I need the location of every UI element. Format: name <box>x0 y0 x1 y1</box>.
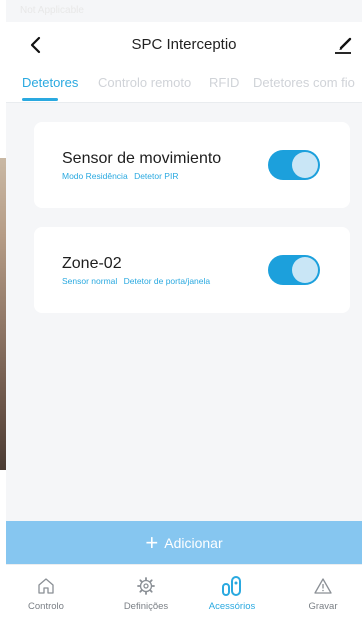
device-card[interactable]: Sensor de movimiento Modo Residência Det… <box>34 122 350 208</box>
plus-icon: + <box>145 529 159 555</box>
status-bar-left: Not Applicable <box>20 5 84 16</box>
toggle-knob <box>292 257 318 283</box>
device-name: Sensor de movimiento <box>62 150 222 167</box>
edit-icon <box>335 37 352 54</box>
header-bar: SPC Interceptio <box>6 22 362 68</box>
device-details: Sensor normal Detetor de porta/janela <box>62 276 214 286</box>
edit-button[interactable] <box>330 30 356 60</box>
warning-icon <box>314 578 332 594</box>
nav-item-label: Acessórios <box>208 601 256 612</box>
device-type: Detetor de porta/janela <box>123 276 211 286</box>
tab-detetores[interactable]: Detetores <box>22 75 78 90</box>
device-name: Zone-02 <box>62 255 122 272</box>
add-button-label: Adicionar <box>164 534 223 551</box>
home-icon <box>38 578 54 594</box>
status-bar: Not Applicable <box>6 0 362 22</box>
device-enable-toggle[interactable] <box>268 255 320 285</box>
bottom-nav: Controlo Definições Acessórios Gravar <box>6 564 362 627</box>
tab-bar: Detetores Controlo remoto RFID Detetores… <box>6 68 362 103</box>
tab-controlo-remoto[interactable]: Controlo remoto <box>98 75 191 90</box>
device-mode: Sensor normal <box>62 276 118 286</box>
device-enable-toggle[interactable] <box>268 150 320 180</box>
device-card[interactable]: Zone-02 Sensor normal Detetor de porta/j… <box>34 227 350 313</box>
nav-item-acessorios[interactable]: Acessórios <box>192 573 272 612</box>
nav-item-gravar[interactable]: Gravar <box>283 573 362 612</box>
page-title: SPC Interceptio <box>131 36 237 53</box>
accessories-icon <box>222 576 241 596</box>
nav-item-controlo[interactable]: Controlo <box>6 573 86 612</box>
nav-item-label: Controlo <box>28 601 64 612</box>
nav-item-label: Gravar <box>308 601 338 612</box>
active-tab-indicator <box>22 98 58 101</box>
nav-item-label: Definições <box>123 601 169 612</box>
nav-item-definicoes[interactable]: Definições <box>106 573 186 612</box>
toggle-knob <box>292 152 318 178</box>
device-type: Detetor PIR <box>134 171 179 181</box>
tab-detetores-com-fio[interactable]: Detetores com fio <box>253 75 355 90</box>
app-screen: Not Applicable SPC Interceptio Detetores… <box>6 0 362 627</box>
device-mode: Modo Residência <box>62 171 128 181</box>
device-details: Modo Residência Detetor PIR <box>62 171 182 181</box>
tab-rfid[interactable]: RFID <box>209 75 239 90</box>
add-button[interactable]: + Adicionar <box>6 521 362 564</box>
gear-icon <box>137 577 155 595</box>
